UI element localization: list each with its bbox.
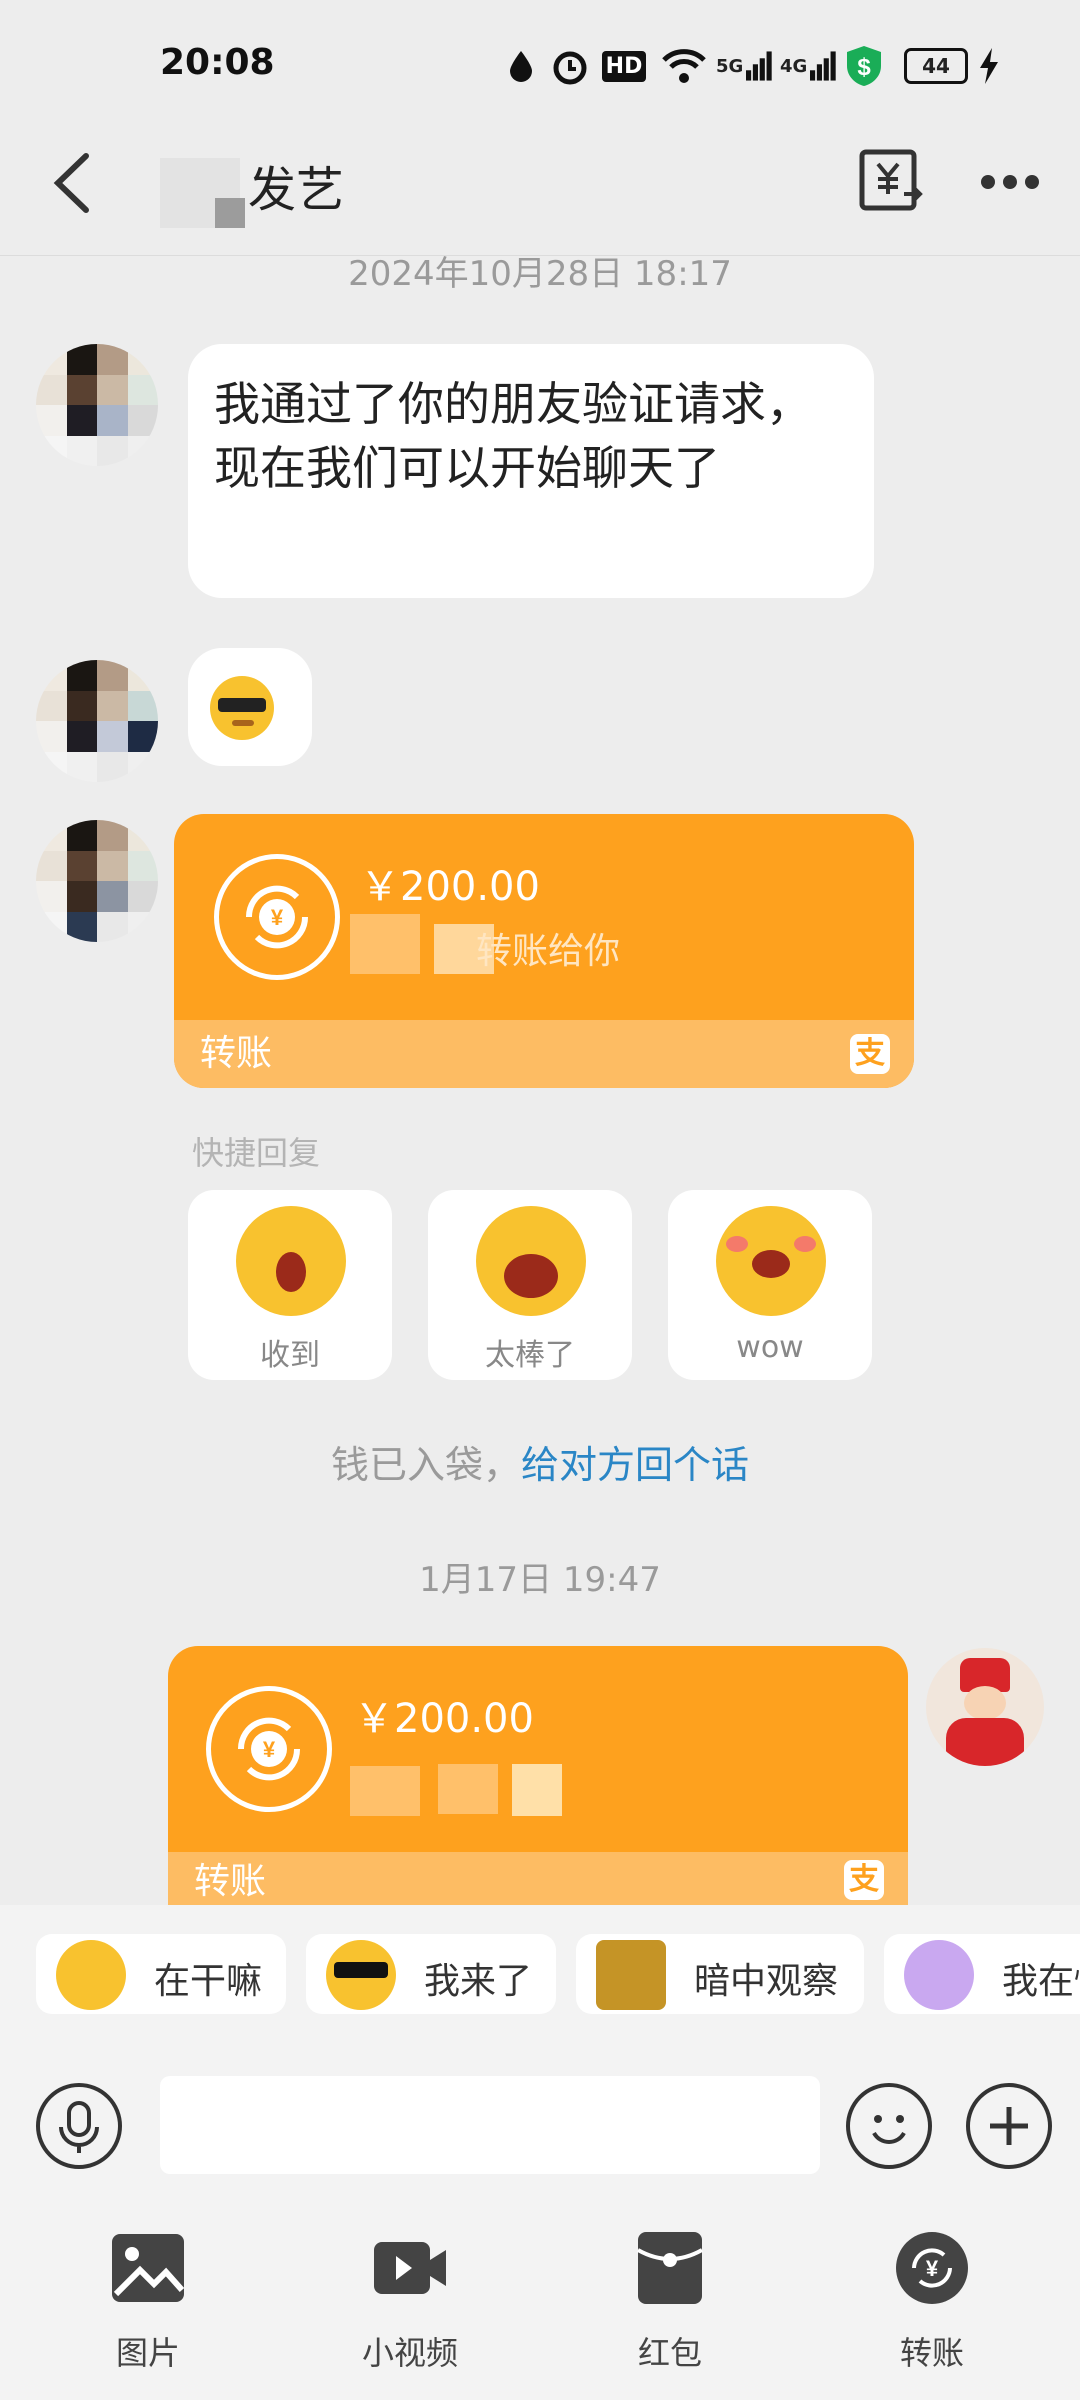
voice-button[interactable]	[36, 2083, 122, 2169]
transfer-amount: ￥200.00	[360, 864, 540, 910]
system-note: 钱已入袋，给对方回个话	[0, 1434, 1080, 1489]
more-actions-button[interactable]	[966, 2083, 1052, 2169]
water-drop-icon	[506, 46, 536, 86]
svg-text:¥: ¥	[263, 1737, 276, 1762]
quick-reply-wow[interactable]: wow	[668, 1190, 872, 1380]
blurred-desc	[350, 1766, 420, 1816]
charging-icon	[976, 46, 1002, 86]
svg-text:¥: ¥	[926, 2256, 939, 2281]
transfer-footer	[174, 1020, 914, 1088]
video-icon	[374, 2242, 446, 2294]
microphone-icon	[59, 2101, 99, 2153]
alarm-icon	[550, 46, 590, 86]
transfer-label: 转账	[200, 1033, 273, 1074]
blurred-name-part	[215, 198, 245, 228]
transfer-card[interactable]: ¥ ￥200.00 转账 支	[168, 1646, 908, 1908]
svg-text:$: $	[857, 54, 871, 81]
cheer-emoji-icon	[476, 1206, 586, 1316]
sunglasses-emoji-icon	[210, 676, 274, 740]
hd-icon: HD	[601, 46, 647, 86]
transfer-card[interactable]: ¥ ￥200.00 转账给你 转账 支	[174, 814, 914, 1088]
plus-icon	[990, 2107, 1028, 2145]
peek-emoji-icon	[596, 1940, 666, 2010]
blurred-desc	[512, 1764, 562, 1816]
message-text: 我通过了你的朋友验证请求，现在我们可以开始聊天了	[214, 377, 812, 495]
transfer-icon: ¥	[896, 2232, 968, 2304]
image-icon	[112, 2234, 185, 2302]
avatar-self[interactable]	[926, 1648, 1044, 1766]
reply-link[interactable]: 给对方回个话	[521, 1443, 749, 1487]
emoji-bubble[interactable]	[188, 648, 312, 766]
battery-icon: 44	[904, 46, 968, 86]
tab-red-envelope[interactable]: 红包	[590, 2230, 750, 2380]
wifi-icon	[660, 46, 708, 86]
sticker-chip[interactable]: 暗中观察	[576, 1934, 864, 2014]
timestamp: 2024年10月28日 18:17	[348, 254, 732, 294]
wink-emoji-icon	[236, 1206, 346, 1316]
avatar-contact[interactable]	[36, 660, 158, 782]
quick-reply-title: 快捷回复	[192, 1134, 321, 1172]
blurred-sender	[350, 914, 420, 974]
tab-transfer[interactable]: ¥ 转账	[852, 2230, 1012, 2380]
wow-emoji-icon	[716, 1206, 826, 1316]
message-bubble[interactable]: 我通过了你的朋友验证请求，现在我们可以开始聊天了	[188, 344, 874, 598]
red-envelope-icon	[637, 2232, 703, 2304]
quick-reply-received[interactable]: 收到	[188, 1190, 392, 1380]
quick-reply-great[interactable]: 太棒了	[428, 1190, 632, 1380]
transfer-coin-icon: ¥	[214, 854, 340, 980]
shield-icon: $	[844, 46, 884, 86]
tab-image[interactable]: 图片	[68, 2230, 228, 2380]
transfer-amount: ￥200.00	[354, 1696, 534, 1742]
transfer-footer	[168, 1852, 908, 1908]
avatar-contact[interactable]	[36, 820, 158, 942]
alipay-icon: 支	[850, 1034, 890, 1074]
bill-icon[interactable]	[858, 148, 924, 214]
sticker-chip[interactable]: 我来了	[306, 1934, 556, 2014]
sticker-chip[interactable]: 在干嘛	[36, 1934, 286, 2014]
transfer-label: 转账	[194, 1861, 267, 1902]
smiley-icon	[872, 2115, 906, 2144]
emoji-button[interactable]	[846, 2083, 932, 2169]
message-input[interactable]	[160, 2076, 820, 2174]
sticker-chip[interactable]: 我在忙	[884, 1934, 1080, 2014]
sunglasses-emoji-icon	[326, 1940, 396, 2010]
note-text: 钱已入袋，	[330, 1443, 521, 1487]
5g-signal-icon: 5G	[716, 46, 772, 86]
transfer-desc: 转账给你	[476, 931, 621, 972]
tab-video[interactable]: 小视频	[330, 2230, 490, 2380]
transfer-coin-icon: ¥	[206, 1686, 332, 1812]
page-title: 发艺	[248, 162, 345, 218]
blurred-desc	[438, 1764, 498, 1814]
back-icon[interactable]	[44, 148, 104, 218]
svg-text:¥: ¥	[271, 905, 284, 930]
timestamp: 1月17日 19:47	[419, 1560, 661, 1600]
alipay-icon: 支	[844, 1860, 884, 1900]
avatar-contact[interactable]	[36, 344, 158, 466]
busy-emoji-icon	[904, 1940, 974, 2010]
sticker-emoji-icon	[56, 1940, 126, 2010]
4g-signal-icon: 4G	[780, 46, 836, 86]
status-time: 20:08	[160, 42, 275, 83]
more-icon[interactable]	[978, 170, 1042, 194]
